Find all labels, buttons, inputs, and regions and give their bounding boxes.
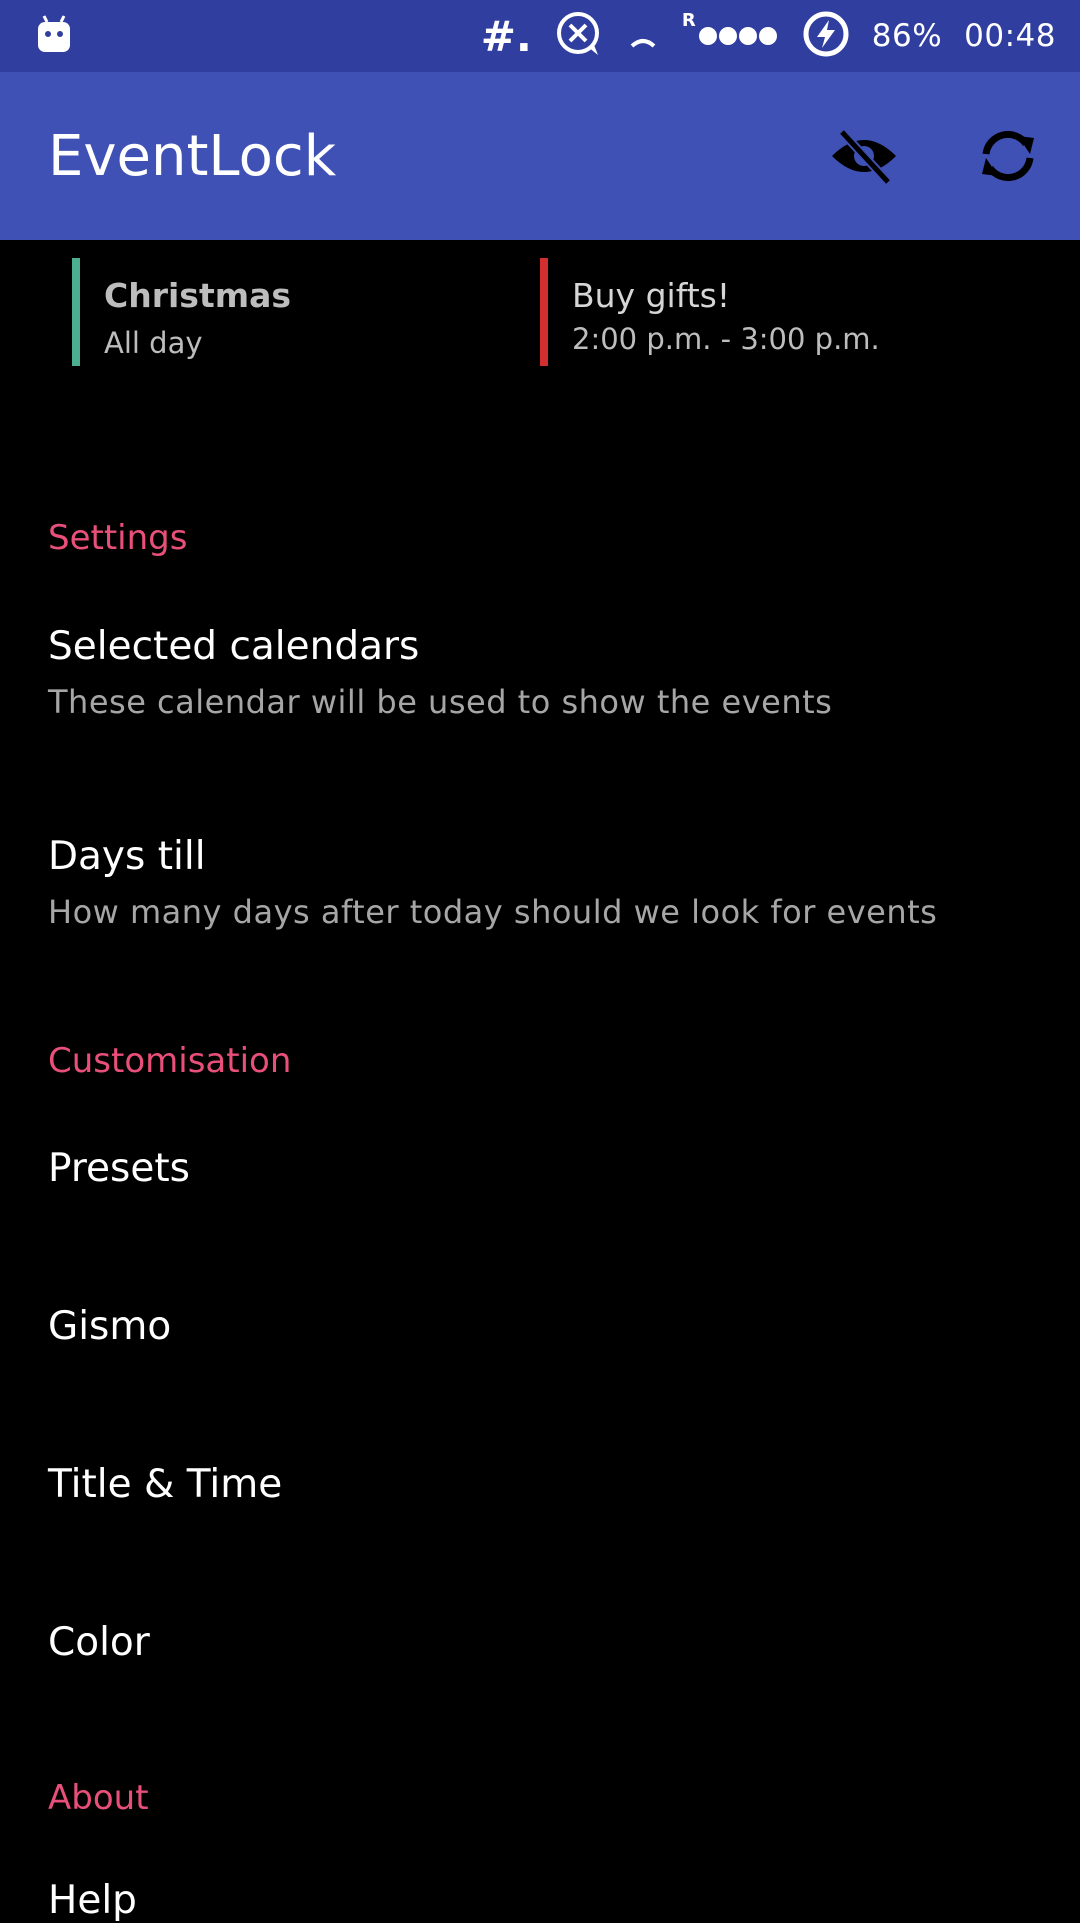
- wifi-icon: [626, 14, 660, 58]
- event-time: 2:00 p.m. - 3:00 p.m.: [572, 322, 880, 356]
- roaming-indicator: R: [681, 10, 696, 31]
- title-time-pref[interactable]: Title & Time: [48, 1462, 1048, 1507]
- sync-icon[interactable]: [972, 124, 1044, 188]
- event-color-bar: [72, 258, 80, 366]
- app-title: EventLock: [48, 124, 337, 189]
- app-bar: EventLock: [0, 72, 1080, 240]
- battery-percentage: 86%: [871, 18, 943, 54]
- event-title: Buy gifts!: [572, 276, 731, 315]
- about-header: About: [48, 1778, 149, 1818]
- battery-charging-icon: [802, 10, 850, 62]
- event-title: Christmas: [104, 276, 292, 315]
- signal-icon: R: [682, 10, 780, 48]
- customisation-header: Customisation: [48, 1041, 292, 1081]
- settings-header: Settings: [48, 518, 188, 558]
- selected-calendars-pref[interactable]: Selected calendars These calendar will b…: [48, 624, 1048, 721]
- days-till-pref[interactable]: Days till How many days after today shou…: [48, 834, 1048, 931]
- pref-title: Presets: [48, 1146, 190, 1191]
- status-icons: #. R 86% 00:48: [481, 0, 1056, 72]
- hash-icon: #.: [480, 11, 532, 61]
- visibility-off-icon[interactable]: [828, 124, 900, 188]
- event-list: Christmas All day Buy gifts! 2:00 p.m. -…: [0, 240, 1080, 390]
- pref-title: Help: [48, 1878, 137, 1923]
- pref-title: Selected calendars: [48, 624, 420, 669]
- event-time: All day: [104, 326, 203, 360]
- pref-title: Color: [48, 1620, 150, 1665]
- android-icon: [36, 14, 72, 54]
- event-card[interactable]: Buy gifts! 2:00 p.m. - 3:00 p.m.: [540, 258, 1040, 366]
- pref-summary: How many days after today should we look…: [48, 893, 938, 931]
- gismo-pref[interactable]: Gismo: [48, 1304, 1048, 1349]
- event-card[interactable]: Christmas All day: [72, 258, 492, 366]
- blocked-message-icon: [554, 9, 604, 63]
- pref-title: Title & Time: [48, 1462, 283, 1507]
- status-bar: #. R 86% 00:48: [0, 0, 1080, 72]
- color-pref[interactable]: Color: [48, 1620, 1048, 1665]
- presets-pref[interactable]: Presets: [48, 1146, 1048, 1191]
- pref-title: Gismo: [48, 1304, 172, 1349]
- event-color-bar: [540, 258, 548, 366]
- pref-title: Days till: [48, 834, 206, 879]
- help-pref[interactable]: Help: [48, 1878, 1048, 1923]
- pref-summary: These calendar will be used to show the …: [48, 683, 833, 721]
- clock: 00:48: [964, 18, 1056, 54]
